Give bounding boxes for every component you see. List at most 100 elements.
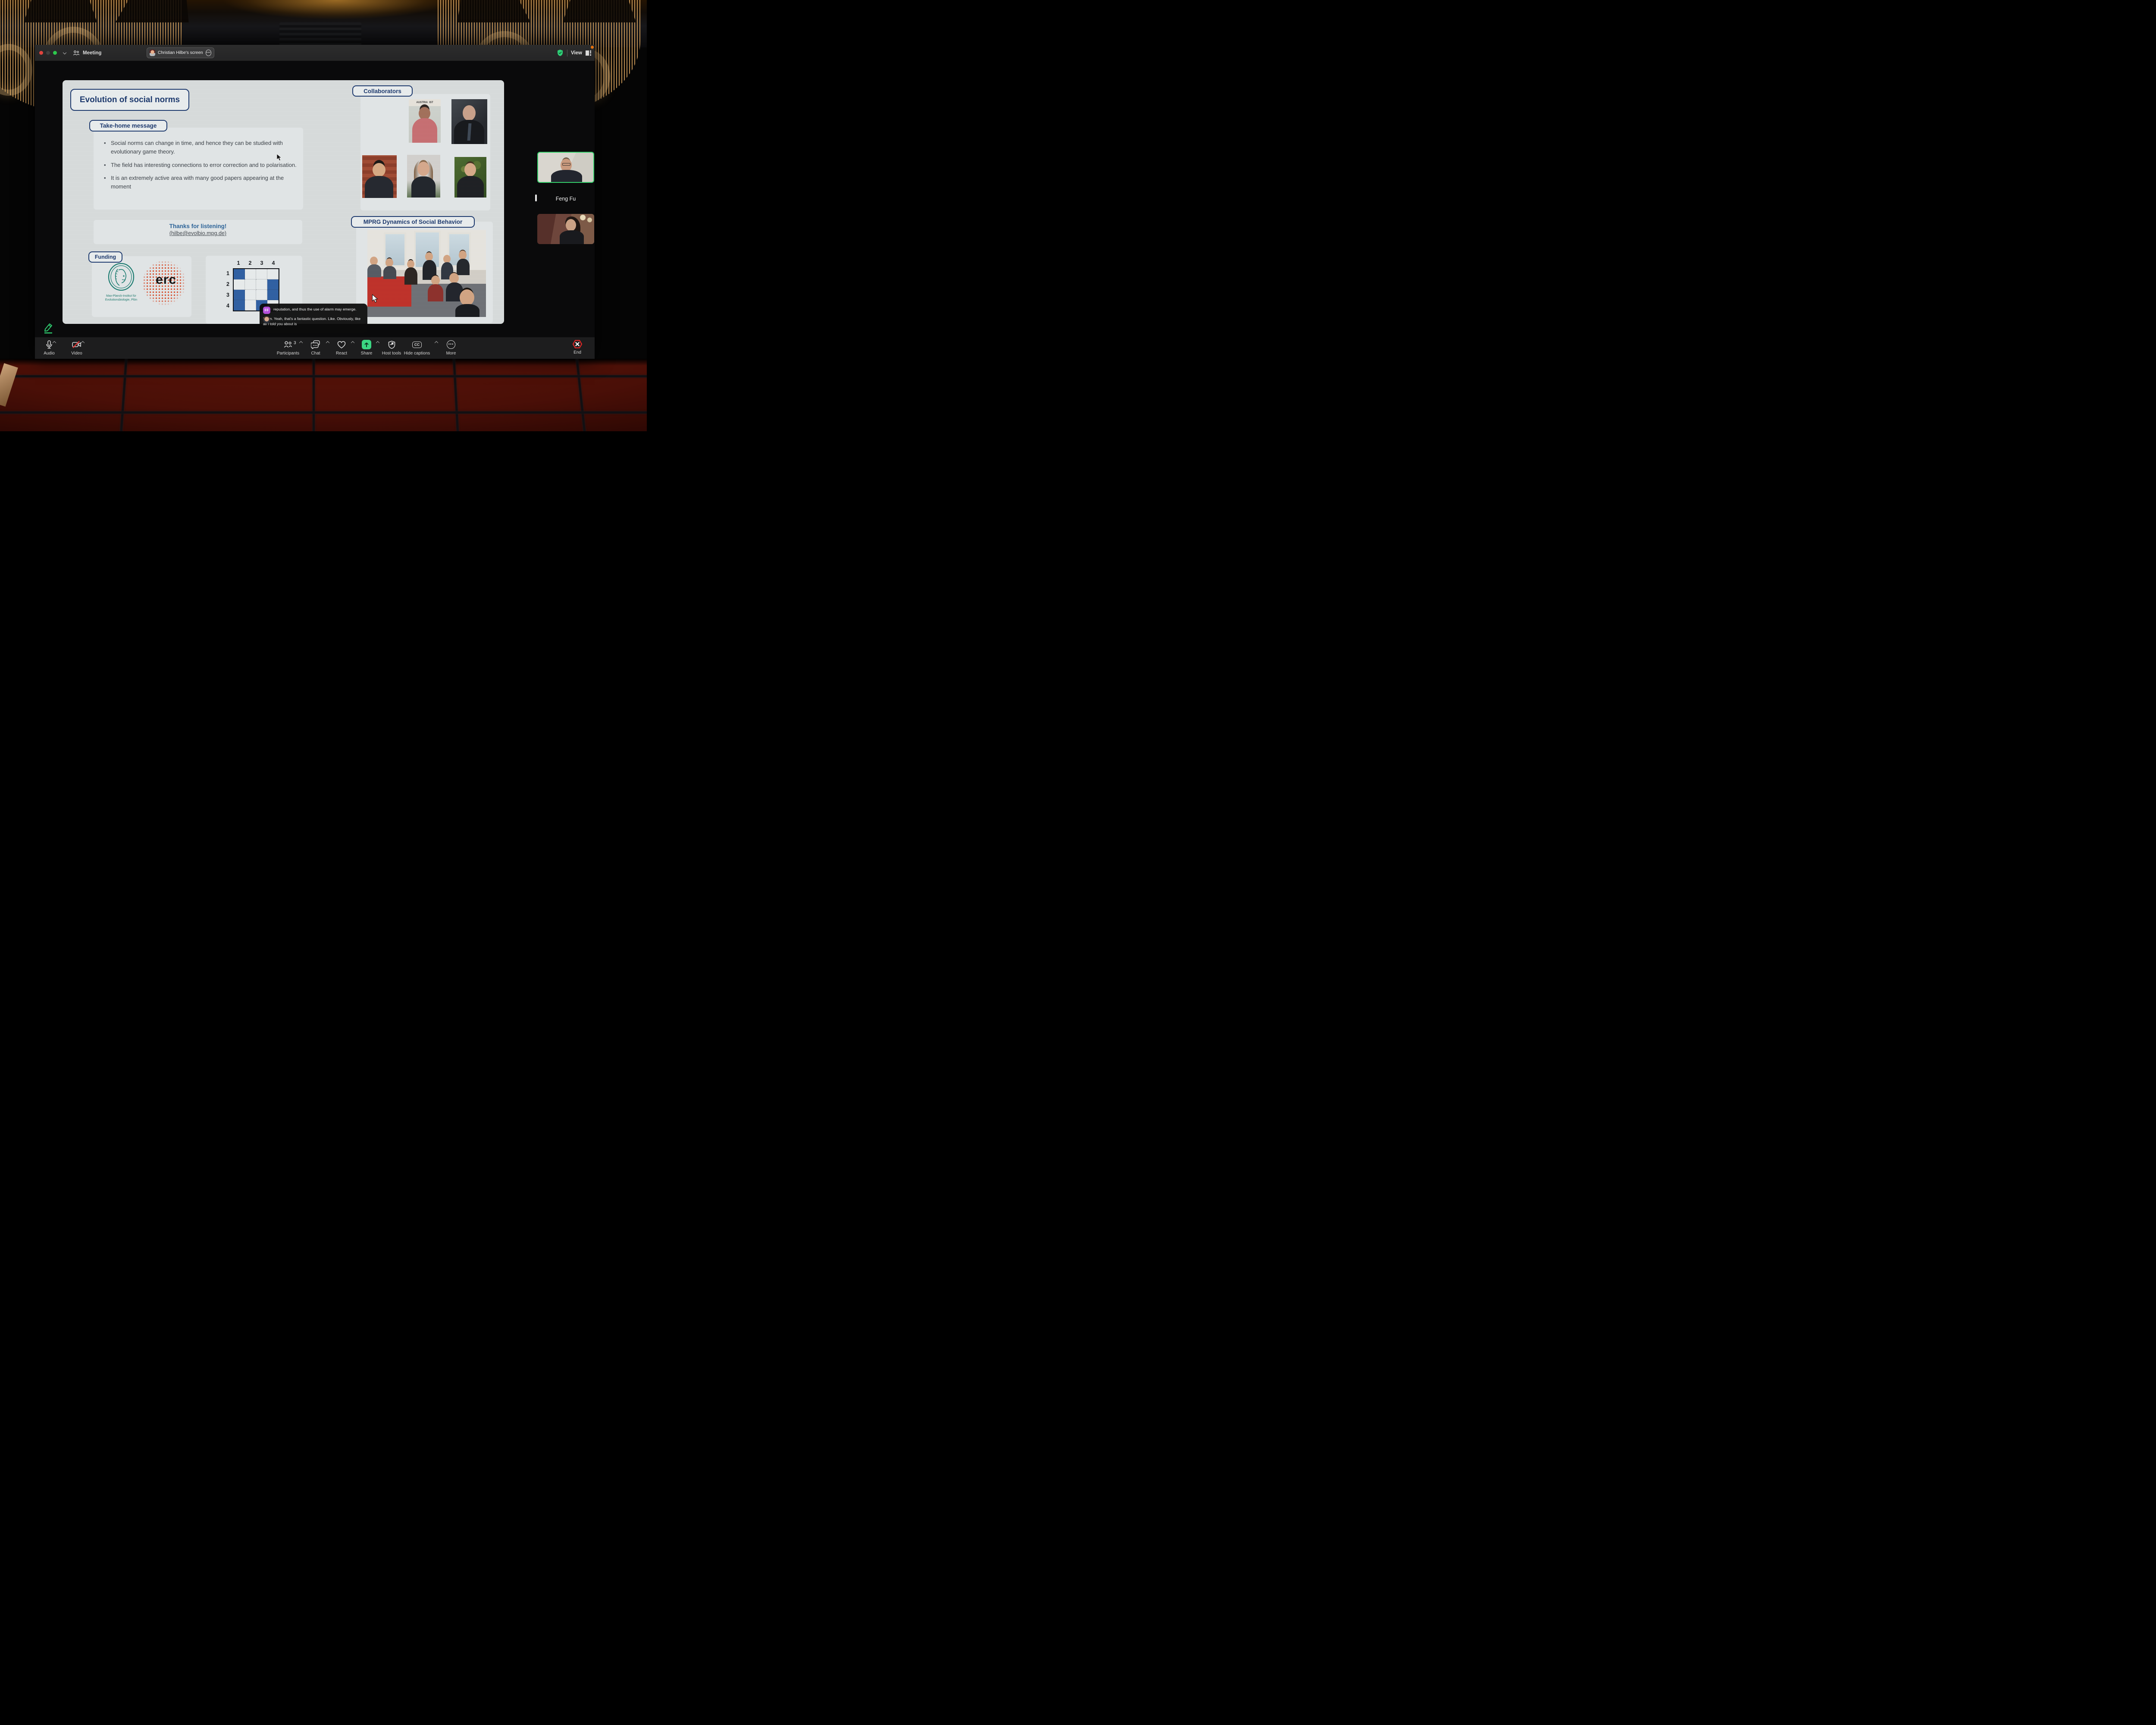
matrix-x-tick: 3 xyxy=(260,260,263,266)
matrix-cell xyxy=(234,290,245,300)
matrix-x-tick: 4 xyxy=(272,260,275,266)
floor-seam xyxy=(0,375,647,377)
person-body xyxy=(412,118,437,143)
collaborators-label: Collaborators xyxy=(352,85,413,97)
chandelier-shade xyxy=(116,0,195,22)
more-button[interactable]: ••• More xyxy=(436,340,466,356)
person-head xyxy=(566,219,576,231)
host-tools-shield-icon xyxy=(388,340,395,349)
chevron-down-icon[interactable] xyxy=(63,50,66,54)
mprg-card xyxy=(356,222,493,323)
person-head xyxy=(464,163,476,176)
security-shield-icon[interactable] xyxy=(557,49,564,56)
caption-text: reputation, and thus the use of alarm ma… xyxy=(273,307,357,312)
video-label: Video xyxy=(71,351,82,356)
glasses xyxy=(562,163,570,166)
floor-seam xyxy=(576,357,586,431)
matrix-y-tick: 1 xyxy=(226,270,229,276)
audio-label: Audio xyxy=(44,351,55,356)
matrix-cell xyxy=(234,300,245,310)
share-screen-icon xyxy=(362,340,371,349)
take-home-card: Social norms can change in time, and hen… xyxy=(94,128,303,210)
pill-more-icon[interactable]: ••• xyxy=(206,50,211,56)
participants-label: Participants xyxy=(277,351,299,356)
bullet-item: The field has interesting connections to… xyxy=(104,161,297,169)
video-tile-room-camera[interactable] xyxy=(537,214,594,244)
collaborators-card: AUSTRIA IST Krish Chatterjee Martin Nowa… xyxy=(360,94,490,210)
active-speaker-name: Feng Fu xyxy=(537,196,594,202)
video-tile-active-speaker[interactable] xyxy=(537,152,594,183)
shared-screen-label: Christian Hilbe's screen xyxy=(158,50,203,55)
hide-captions-label: Hide captions xyxy=(404,351,430,356)
participants-icon xyxy=(73,50,80,56)
meeting-title: Meeting xyxy=(83,50,101,56)
shared-slide: Evolution of social norms Social norms c… xyxy=(63,80,504,324)
mprg-label: MPRG Dynamics of Social Behavior xyxy=(351,216,475,228)
fullscreen-window-button[interactable] xyxy=(53,51,57,55)
panel-scroll-indicator[interactable] xyxy=(535,194,537,201)
mpi-text-line2: Evolutionsbiologie, Plön xyxy=(101,298,141,302)
notification-dot xyxy=(591,46,594,49)
presenter-avatar xyxy=(150,50,155,56)
matrix-cell xyxy=(234,269,245,279)
matrix-y-tick: 2 xyxy=(226,281,229,287)
view-button-label[interactable]: View xyxy=(571,50,582,56)
photo-martin-nowak: Martin Nowak xyxy=(451,99,487,144)
cc-icon: CC xyxy=(412,340,422,349)
end-label: End xyxy=(573,350,581,355)
video-off-icon xyxy=(72,340,82,349)
annotate-pencil-button[interactable] xyxy=(42,321,55,334)
audio-button[interactable]: Audio xyxy=(34,340,64,356)
erc-logo-text: erc xyxy=(156,273,176,287)
caption-entry: Hmm. Yeah, that's a fantastic question. … xyxy=(263,316,364,327)
mpi-text-line1: Max-Planck-Institut für xyxy=(101,295,141,298)
bullet-item: Social norms can change in time, and hen… xyxy=(104,139,297,156)
matrix-y-tick: 4 xyxy=(226,303,229,309)
matrix-cell xyxy=(256,269,267,279)
caption-text: Hmm. Yeah, that's a fantastic question. … xyxy=(263,316,364,327)
floor-seam xyxy=(453,357,459,431)
slide-title: Evolution of social norms xyxy=(70,89,189,111)
participants-button[interactable]: Participants xyxy=(273,340,303,356)
close-window-button[interactable] xyxy=(39,51,43,55)
person-head xyxy=(417,162,429,176)
matrix-cell xyxy=(245,300,256,310)
matrix-cell xyxy=(256,279,267,290)
end-hexagon-icon xyxy=(573,339,582,349)
chat-label: Chat xyxy=(311,351,320,356)
matrix-cell xyxy=(256,290,267,300)
person-body xyxy=(411,176,436,198)
photo-yohsuke-murase: Yohsuke Murase xyxy=(362,155,397,198)
meeting-toolbar: Audio Video Participants 3 xyxy=(35,337,595,359)
end-meeting-button[interactable]: End xyxy=(564,339,590,355)
person-body xyxy=(551,170,582,183)
matrix-cell xyxy=(267,279,279,290)
matrix-cell xyxy=(234,279,245,290)
view-layout-icon[interactable] xyxy=(586,50,591,56)
person-body xyxy=(457,176,484,198)
caption-avatar-photo xyxy=(263,316,270,323)
hide-captions-button[interactable]: CC Hide captions xyxy=(402,340,432,356)
react-label: React xyxy=(336,351,347,356)
person-body xyxy=(365,176,393,198)
person-head xyxy=(463,105,476,121)
bullet-item: It is an extremely active area with many… xyxy=(104,174,297,191)
photo-backdrop-text: AUSTRIA IST xyxy=(409,99,441,106)
host-tools-label: Host tools xyxy=(382,351,401,356)
shared-screen-pill[interactable]: Christian Hilbe's screen ••• xyxy=(147,47,214,58)
participants-icon xyxy=(284,340,292,349)
matrix-y-tick: 3 xyxy=(226,292,229,298)
video-button[interactable]: Video xyxy=(62,340,92,356)
thanks-card: Thanks for listening! (hilbe@evolbio.mpg… xyxy=(94,220,302,244)
person-head xyxy=(373,163,385,177)
zoom-meeting-window: Meeting Christian Hilbe's screen ••• Vie… xyxy=(35,45,595,359)
email-link[interactable]: (hilbe@evolbio.mpg.de) xyxy=(94,230,302,236)
conference-room-photo: Meeting Christian Hilbe's screen ••• Vie… xyxy=(0,0,647,431)
live-captions-overlay: FF reputation, and thus the use of alarm… xyxy=(260,304,367,333)
floor-seam xyxy=(0,411,647,414)
minimize-window-button[interactable] xyxy=(46,51,50,55)
mprg-group-photo xyxy=(367,230,486,317)
chandelier-ring xyxy=(0,44,32,96)
floor-seam xyxy=(313,357,315,431)
matrix-cell xyxy=(267,290,279,300)
